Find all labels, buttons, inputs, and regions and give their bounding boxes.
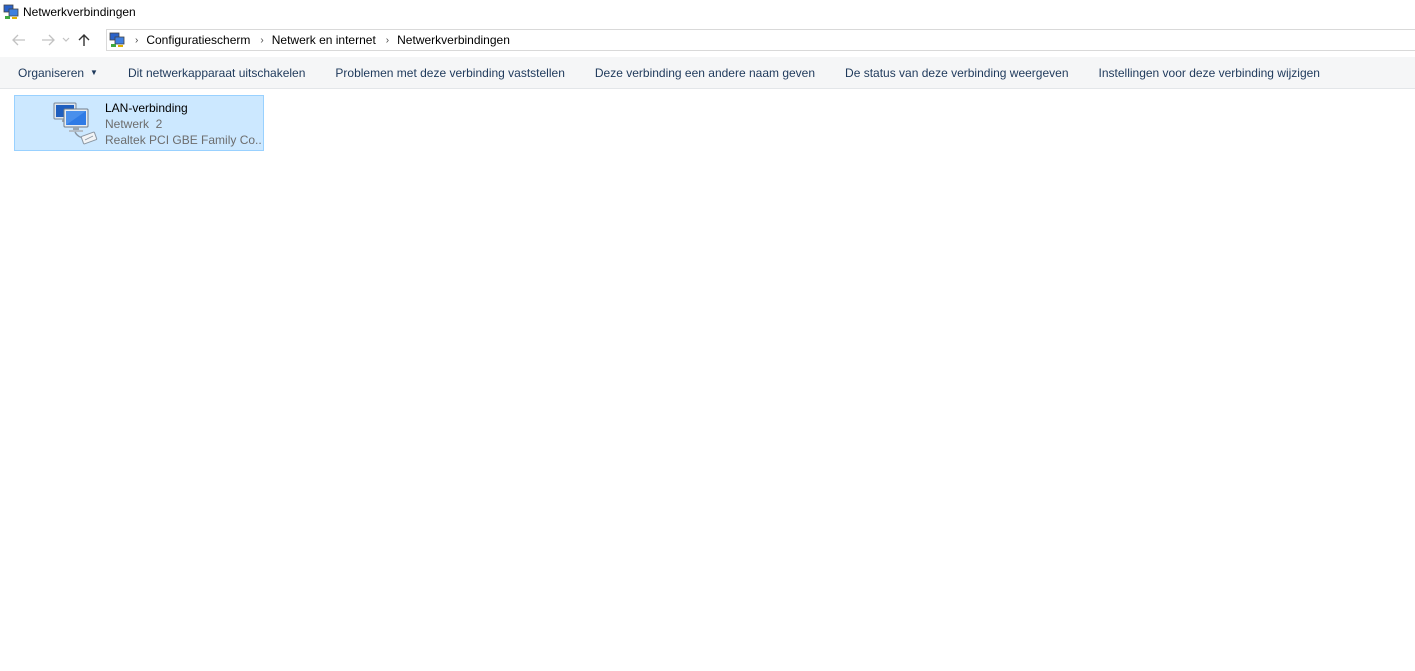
connection-network: Netwerk 2 <box>105 117 163 131</box>
breadcrumb-network-internet[interactable]: Netwerk en internet <box>272 33 376 47</box>
control-panel-icon <box>109 32 125 48</box>
organize-label: Organiseren <box>18 65 85 80</box>
connection-item-lan[interactable]: LAN-verbinding Netwerk 2 Realtek PCI GBE… <box>14 95 264 151</box>
network-connections-icon <box>3 4 19 20</box>
organize-button[interactable]: Organiseren ▼ <box>0 57 113 88</box>
title-bar: Netwerkverbindingen <box>0 0 1415 24</box>
connection-adapter: Realtek PCI GBE Family Co... <box>105 133 261 147</box>
navigation-bar: › Configuratiescherm › Netwerk en intern… <box>0 28 1415 52</box>
change-settings-button[interactable]: Instellingen voor deze verbinding wijzig… <box>1084 57 1335 88</box>
chevron-down-icon[interactable] <box>61 31 71 49</box>
breadcrumb-control-panel[interactable]: Configuratiescherm <box>146 33 250 47</box>
diagnose-connection-button[interactable]: Problemen met deze verbinding vaststelle… <box>320 57 579 88</box>
chevron-right-icon[interactable]: › <box>386 35 389 46</box>
back-arrow-icon[interactable] <box>10 31 28 49</box>
connection-name: LAN-verbinding <box>105 101 188 115</box>
chevron-right-icon[interactable]: › <box>260 35 263 46</box>
window-title: Netwerkverbindingen <box>23 5 136 19</box>
address-bar[interactable]: › Configuratiescherm › Netwerk en intern… <box>106 29 1415 51</box>
dropdown-caret-icon: ▼ <box>90 68 98 77</box>
rename-connection-button[interactable]: Deze verbinding een andere naam geven <box>580 57 830 88</box>
view-status-button[interactable]: De status van deze verbinding weergeven <box>830 57 1083 88</box>
command-toolbar: Organiseren ▼ Dit netwerkapparaat uitsch… <box>0 57 1415 89</box>
connections-list: LAN-verbinding Netwerk 2 Realtek PCI GBE… <box>0 89 1415 671</box>
chevron-right-icon[interactable]: › <box>135 35 138 46</box>
forward-arrow-icon[interactable] <box>39 31 57 49</box>
breadcrumb-network-connections[interactable]: Netwerkverbindingen <box>397 33 510 47</box>
connection-details: LAN-verbinding Netwerk 2 Realtek PCI GBE… <box>105 100 261 148</box>
disable-device-button[interactable]: Dit netwerkapparaat uitschakelen <box>113 57 320 88</box>
ethernet-connection-icon <box>51 99 99 147</box>
up-arrow-icon[interactable] <box>75 31 93 49</box>
